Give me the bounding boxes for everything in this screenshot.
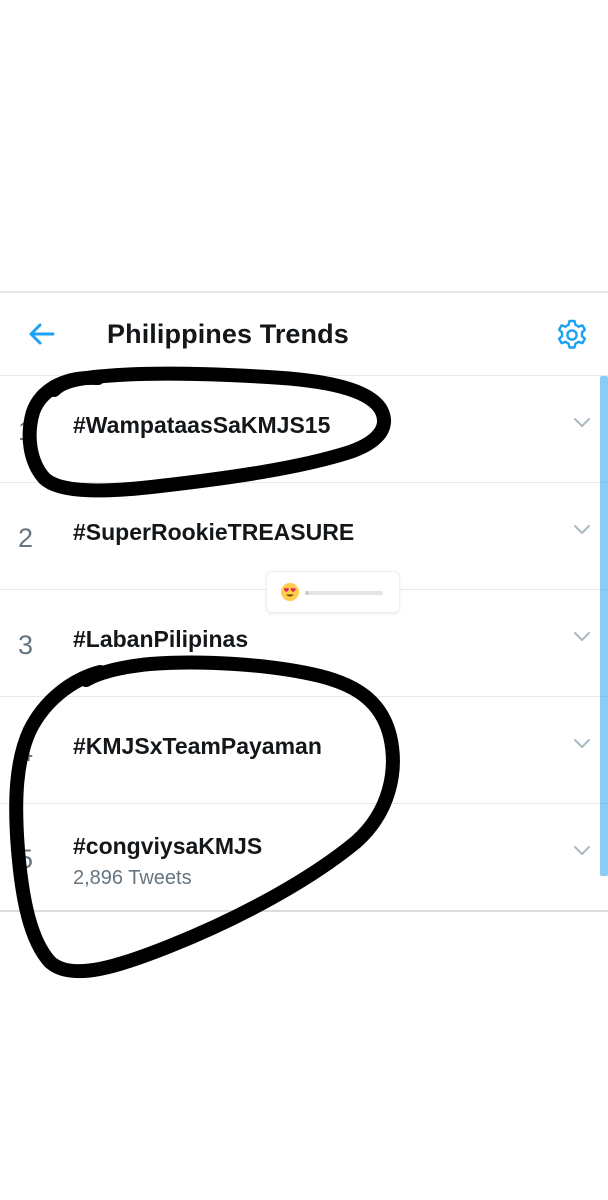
- trend-name[interactable]: #WampataasSaKMJS15: [73, 411, 330, 439]
- gear-icon: [557, 319, 587, 349]
- slider-fill: [305, 591, 309, 595]
- chevron-down-icon[interactable]: [572, 733, 592, 753]
- trend-row-1[interactable]: 1 #WampataasSaKMJS15: [0, 376, 608, 483]
- header-bar: Philippines Trends: [0, 293, 608, 376]
- trend-rank: 4: [18, 737, 34, 767]
- trend-row-4[interactable]: 4 #KMJSxTeamPayaman: [0, 697, 608, 804]
- page-title: Philippines Trends: [107, 319, 349, 349]
- trend-rank: 2: [18, 523, 34, 553]
- reaction-slider[interactable]: [266, 571, 400, 613]
- settings-button[interactable]: [552, 315, 592, 355]
- trend-list: 1 #WampataasSaKMJS15 2 #SuperRookieTREAS…: [0, 376, 608, 912]
- chevron-down-icon[interactable]: [572, 412, 592, 432]
- trend-name[interactable]: #congviysaKMJS: [73, 832, 262, 860]
- trend-rank: 1: [18, 416, 34, 446]
- trends-page: Philippines Trends 1 #WampataasSaKMJS15 …: [0, 0, 608, 1200]
- chevron-down-icon[interactable]: [572, 626, 592, 646]
- trend-rank: 5: [18, 844, 34, 874]
- scrollbar[interactable]: [600, 376, 608, 876]
- tweet-count: 2,896 Tweets: [73, 867, 192, 889]
- trend-name[interactable]: #SuperRookieTREASURE: [73, 518, 354, 546]
- trend-name[interactable]: #KMJSxTeamPayaman: [73, 732, 322, 760]
- arrow-left-icon: [29, 323, 55, 345]
- back-button[interactable]: [22, 315, 62, 355]
- trend-row-5[interactable]: 5 #congviysaKMJS 2,896 Tweets: [0, 804, 608, 912]
- heart-eyes-emoji-icon: [281, 583, 299, 601]
- trend-name[interactable]: #LabanPilipinas: [73, 625, 248, 653]
- chevron-down-icon[interactable]: [572, 519, 592, 539]
- chevron-down-icon[interactable]: [572, 840, 592, 860]
- slider-track[interactable]: [305, 591, 383, 595]
- trend-rank: 3: [18, 630, 34, 660]
